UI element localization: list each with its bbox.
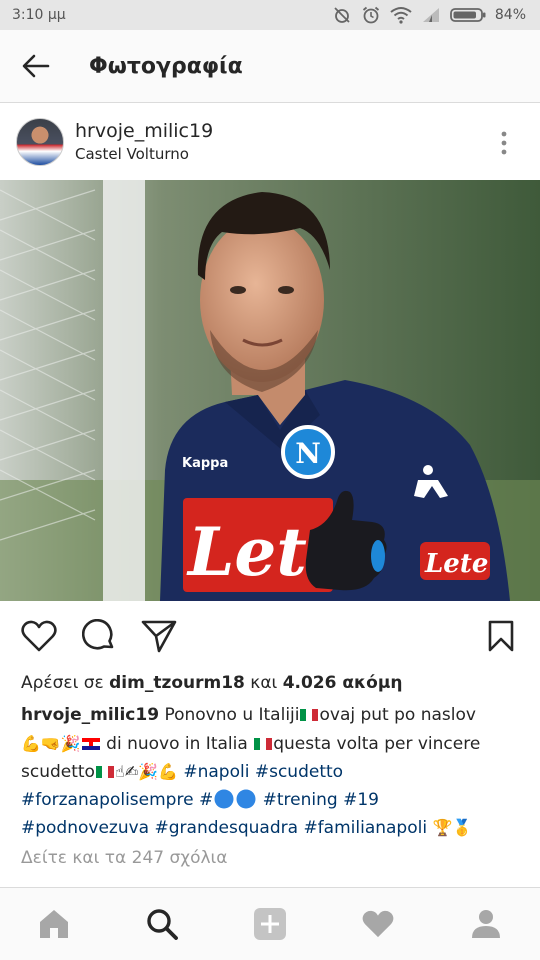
- comment-icon: [82, 619, 114, 650]
- nav-activity[interactable]: [348, 899, 408, 949]
- post-header: hrvoje_milic19 Castel Volturno: [0, 103, 540, 180]
- status-bar: 3:10 μμ 84%: [0, 0, 540, 30]
- hashtag-grandesquadra[interactable]: #grandesquadra: [155, 818, 299, 838]
- badge-letter: N: [295, 437, 321, 470]
- comment-button[interactable]: [80, 617, 118, 655]
- nav-profile[interactable]: [456, 899, 516, 949]
- more-options-button[interactable]: [492, 129, 516, 157]
- search-icon: [147, 909, 178, 940]
- add-icon: [254, 908, 286, 940]
- profile-icon: [472, 910, 500, 938]
- back-arrow-icon: [22, 54, 50, 78]
- back-button[interactable]: [16, 46, 56, 86]
- italy-flag-icon: [254, 737, 273, 750]
- status-icons: 84%: [332, 5, 526, 25]
- view-all-comments-link[interactable]: Δείτε και τα 247 σχόλια: [21, 848, 228, 868]
- battery-icon: [449, 8, 486, 22]
- caption-text-2: ovaj put po naslov: [319, 705, 476, 725]
- bookmark-icon: [488, 620, 514, 652]
- italy-flag-icon: [300, 709, 319, 721]
- avatar[interactable]: [16, 117, 64, 166]
- share-button[interactable]: [140, 617, 178, 655]
- post-actions: [0, 601, 540, 669]
- hashtag-trening[interactable]: #trening: [263, 790, 338, 810]
- share-icon: [141, 620, 177, 653]
- alarm-off-icon: [334, 7, 350, 23]
- home-icon: [40, 910, 68, 938]
- page-title: Φωτογραφία: [89, 53, 243, 79]
- writing-hand-icon: ✍: [124, 762, 139, 781]
- sleeve-sponsor-text: Lete: [424, 549, 488, 579]
- hashtag-19[interactable]: #19: [343, 790, 379, 810]
- likes-connector: και: [250, 673, 278, 693]
- more-vertical-icon: [501, 131, 507, 155]
- pointing-up-icon: ☝: [114, 762, 125, 781]
- post-caption: hrvoje_milic19 Ponovno u Italiji ovaj put…: [21, 702, 521, 843]
- party-popper-icon: 🎉: [138, 762, 159, 781]
- hashtag-napoli[interactable]: #napoli: [183, 762, 249, 782]
- kappa-logo-text: Kappa: [182, 456, 228, 471]
- caption-text-1: Ponovno u Italiji: [164, 705, 300, 725]
- like-button[interactable]: [20, 617, 58, 655]
- likes-count[interactable]: 4.026 ακόμη: [283, 673, 403, 693]
- wifi-icon: [390, 7, 412, 24]
- post-username[interactable]: hrvoje_milic19: [75, 120, 213, 142]
- status-time: 3:10 μμ: [12, 7, 66, 23]
- hashtag-podnovezuva[interactable]: #podnovezuva: [21, 818, 149, 838]
- goal-post: [103, 180, 145, 601]
- caption-username[interactable]: hrvoje_milic19: [21, 705, 159, 725]
- player-photo-illustration: N Kappa Lete Lete: [0, 180, 540, 601]
- blue-circles-icon: [214, 789, 256, 808]
- nav-search[interactable]: [132, 899, 192, 949]
- trophy-icon: 🏆: [432, 818, 453, 837]
- app-bar: Φωτογραφία: [0, 30, 540, 103]
- fist-bump-icon: 🤜: [40, 733, 61, 753]
- nav-add[interactable]: [240, 899, 300, 949]
- hashtag-familianapoli[interactable]: #familianapoli: [303, 818, 427, 838]
- heart-icon: [21, 620, 57, 652]
- medal-icon: 🥇: [452, 818, 473, 837]
- likes-line[interactable]: Αρέσει σε dim_tzourm18 και 4.026 ακόμη: [21, 673, 402, 693]
- hashtag-blue-circles[interactable]: #: [199, 789, 257, 810]
- post-user-block: hrvoje_milic19 Castel Volturno: [75, 120, 213, 163]
- post-photo[interactable]: N Kappa Lete Lete: [0, 180, 540, 601]
- save-button[interactable]: [482, 617, 520, 655]
- flexed-biceps-icon: 💪: [158, 762, 178, 781]
- hashtag-scudetto[interactable]: #scudetto: [255, 762, 343, 782]
- croatia-flag-icon: [81, 737, 100, 750]
- hashtag-forzanapolisempre[interactable]: #forzanapolisempre: [21, 790, 194, 810]
- flexed-biceps-icon: 💪: [21, 733, 41, 753]
- italy-flag-icon: [95, 766, 114, 778]
- likes-user[interactable]: dim_tzourm18: [109, 673, 245, 693]
- post-location[interactable]: Castel Volturno: [75, 145, 213, 163]
- battery-percent: 84%: [494, 7, 526, 23]
- caption-text-3: di nuovo in Italia: [106, 733, 248, 754]
- bottom-nav: [0, 887, 540, 960]
- activity-heart-icon: [362, 910, 394, 938]
- nav-home[interactable]: [24, 899, 84, 949]
- alarm-icon: [362, 6, 379, 24]
- likes-prefix: Αρέσει σε: [21, 673, 104, 693]
- party-popper-icon: 🎉: [60, 733, 81, 753]
- signal-icon: [422, 8, 439, 22]
